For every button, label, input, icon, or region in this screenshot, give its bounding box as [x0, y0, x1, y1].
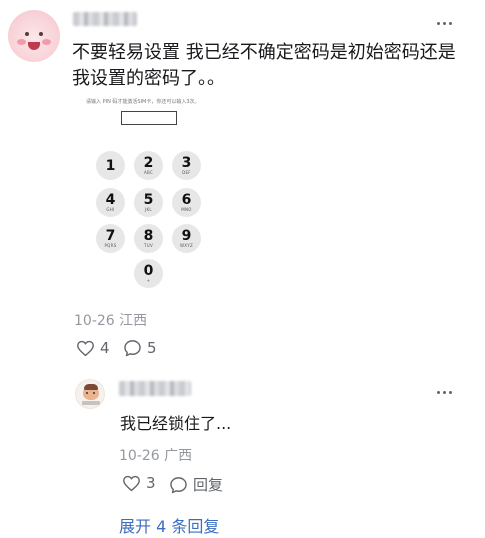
pin-key-number: 2 — [143, 155, 154, 171]
reply-count: 5 — [147, 339, 157, 357]
reply-avatar[interactable] — [75, 379, 105, 409]
pin-key-number: 7 — [105, 228, 116, 244]
reply-text: 我已经锁住了... — [120, 414, 232, 433]
expand-replies-link[interactable]: 展开 4 条回复 — [119, 513, 219, 537]
pin-key-letters: MNO — [181, 207, 192, 212]
reply-like-button[interactable]: 3 — [122, 474, 156, 492]
pin-key-number: 1 — [105, 157, 116, 174]
like-count: 4 — [100, 339, 110, 357]
comment-bubble-icon — [124, 340, 141, 357]
pin-key-letters: WXYZ — [179, 243, 194, 248]
pin-key-0: 0 + — [134, 259, 163, 288]
pin-key-number: 0 — [143, 263, 154, 279]
pin-key-3: 3 DEF — [172, 151, 201, 180]
pin-key-4: 4 GHI — [96, 188, 125, 217]
pin-key-letters: ABC — [143, 170, 154, 175]
reply-button-label: 回复 — [193, 476, 224, 494]
pin-key-8: 8 TUV — [134, 224, 163, 253]
pin-key-letters: TUV — [143, 243, 153, 248]
comment-text: 不要轻易设置 我已经不确定密码是初始密码还是我设置的密码了。。 — [72, 42, 456, 89]
reply-date: 10-26 — [119, 448, 160, 464]
heart-icon — [77, 340, 94, 356]
reply-username-blurred[interactable] — [119, 381, 191, 396]
reply-more-options-icon[interactable] — [434, 382, 454, 402]
pin-key-number: 6 — [181, 192, 192, 208]
reply-count-button[interactable]: 5 — [123, 339, 157, 357]
pin-key-letters: DEF — [182, 170, 191, 175]
user-avatar[interactable] — [8, 10, 60, 62]
pin-caption: 请输入 PIN 码才能激活SIM卡，你还可以输入3次。 — [86, 99, 200, 105]
pin-input-box — [121, 111, 177, 125]
pin-key-number: 9 — [181, 228, 192, 244]
pin-key-number: 4 — [105, 192, 116, 208]
like-button[interactable]: 4 — [76, 339, 110, 357]
more-options-icon[interactable] — [434, 13, 454, 33]
pin-key-letters: JKL — [145, 207, 152, 212]
pin-key-1: 1 — [96, 151, 125, 180]
comment-bubble-icon — [170, 476, 187, 493]
reply-button[interactable]: 回复 — [169, 474, 223, 495]
pin-key-letters: PQRS — [104, 243, 117, 248]
username-blurred[interactable] — [73, 12, 137, 26]
heart-icon — [123, 475, 140, 491]
comment-meta: 10-26 江西 — [74, 310, 147, 330]
comment-date: 10-26 — [74, 313, 115, 329]
pin-key-letters: GHI — [106, 207, 115, 212]
pin-key-number: 5 — [143, 192, 154, 208]
pin-key-5: 5 JKL — [134, 188, 163, 217]
reply-location: 广西 — [164, 448, 193, 464]
pin-key-6: 6 MNO — [172, 188, 201, 217]
reply-like-count: 3 — [146, 474, 156, 492]
pin-key-number: 3 — [181, 155, 192, 171]
pin-key-2: 2 ABC — [134, 151, 163, 180]
comment-location: 江西 — [119, 313, 148, 329]
pin-key-letters: + — [146, 278, 151, 283]
pin-key-number: 8 — [143, 228, 154, 244]
reply-meta: 10-26 广西 — [119, 445, 192, 465]
pin-key-9: 9 WXYZ — [172, 224, 201, 253]
pin-key-7: 7 PQRS — [96, 224, 125, 253]
